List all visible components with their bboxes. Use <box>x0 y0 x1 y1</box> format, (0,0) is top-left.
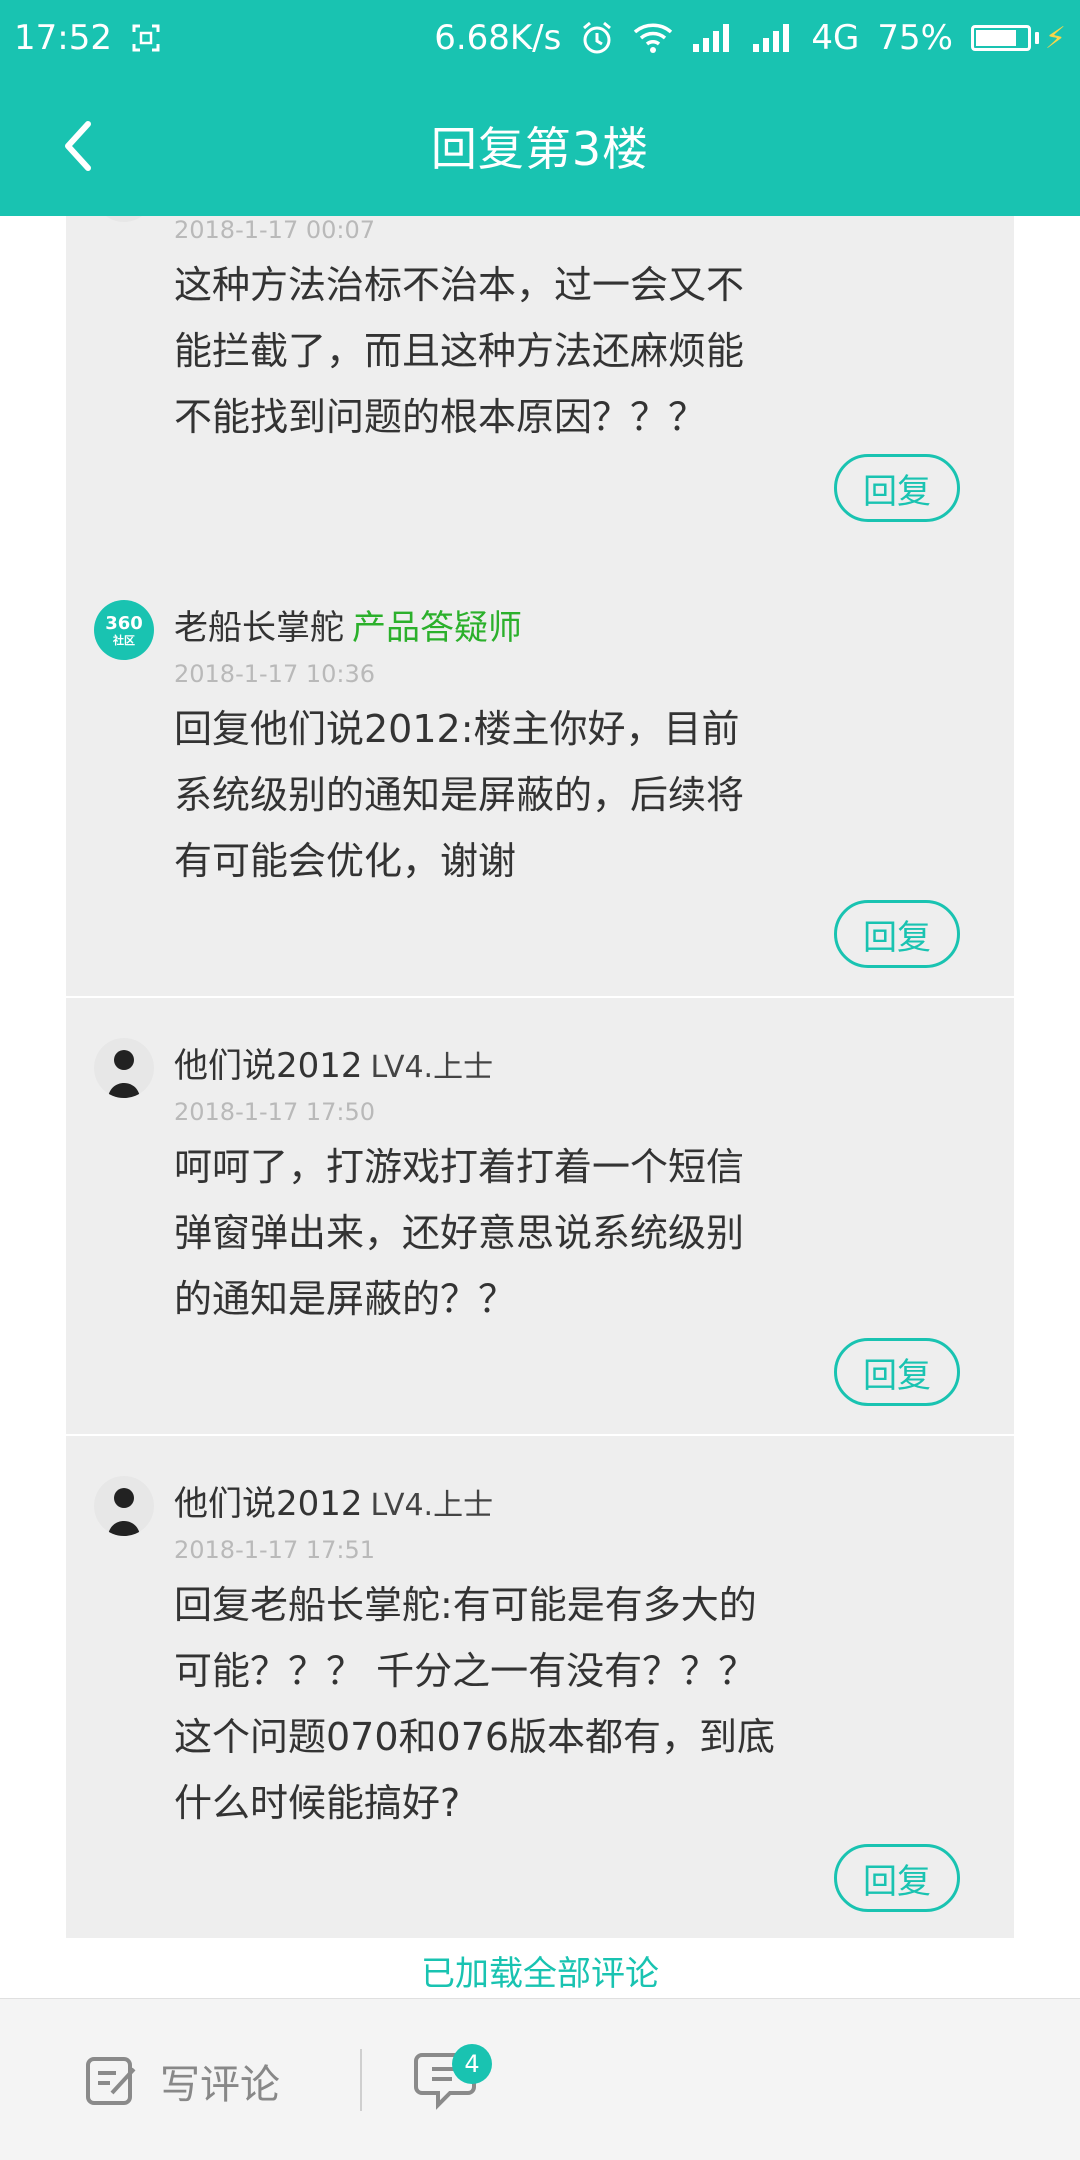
reply-button[interactable]: 回复 <box>834 454 960 522</box>
status-time: 17:52 <box>14 18 112 58</box>
comment-item: 他们说2012 LV4.上士 2018-1-17 17:50 呵呵了，打游戏打着打… <box>66 998 1014 1436</box>
user-level: LV4.上士 <box>370 1050 494 1085</box>
reply-button[interactable]: 回复 <box>834 900 960 968</box>
comment-text: 呵呵了，打游戏打着打着一个短信 弹窗弹出来，还好意思说系统级别 的通知是屏蔽的？… <box>174 1145 745 1321</box>
author-name[interactable]: 老船长掌舵 <box>174 608 344 648</box>
write-comment-button[interactable]: 写评论 <box>84 2051 280 2111</box>
author-name[interactable]: 他们说2012 <box>174 1484 363 1524</box>
page-title: 回复第3楼 <box>430 122 650 176</box>
comment-count-badge: 4 <box>452 2044 492 2084</box>
avatar[interactable] <box>94 216 154 222</box>
comment-item: 360 社区 老船长掌舵 产品答疑师 2018-1-17 10:36 回复他们说2… <box>66 560 1014 998</box>
write-comment-label: 写评论 <box>160 2062 280 2108</box>
comment-list: 2018-1-17 00:07 这种方法治标不治本，过一会又不 能拦截了，而且这… <box>0 216 1080 1998</box>
comment-author-line: 他们说2012 LV4.上士 <box>174 1038 493 1087</box>
comment-time: 2018-1-17 17:51 <box>174 1536 375 1564</box>
bottom-bar: 写评论 <box>0 1998 1080 2160</box>
wifi-icon <box>633 22 673 54</box>
signal-4g-icon <box>751 22 793 54</box>
reply-button[interactable]: 回复 <box>834 1844 960 1912</box>
user-level: LV4.上士 <box>370 1488 494 1523</box>
comment-author-line: 老船长掌舵 产品答疑师 <box>174 600 522 649</box>
comment-text: 回复他们说2012:楼主你好，目前 系统级别的通知是屏蔽的，后续将 有可能会优化… <box>174 707 745 883</box>
avatar[interactable] <box>94 1038 154 1098</box>
comment-item: 他们说2012 LV4.上士 2018-1-17 17:51 回复老船长掌舵:有可… <box>66 1436 1014 1940</box>
comment-author-line: 他们说2012 LV4.上士 <box>174 1476 493 1525</box>
divider <box>360 2049 362 2111</box>
avatar[interactable]: 360 社区 <box>94 600 154 660</box>
network-speed: 6.68K/s <box>434 18 562 58</box>
loaded-all-label: 已加载全部评论 <box>421 1954 659 1994</box>
top-bar: 回复第3楼 <box>0 76 1080 216</box>
reply-button[interactable]: 回复 <box>834 1338 960 1406</box>
edit-icon <box>86 2057 136 2105</box>
author-name[interactable]: 他们说2012 <box>174 1046 363 1086</box>
battery-icon: ⚡ <box>970 21 1066 56</box>
network-type: 4G <box>811 18 860 58</box>
battery-percent: 75% <box>877 18 953 58</box>
comment-time: 2018-1-17 10:36 <box>174 660 375 688</box>
alarm-icon <box>579 20 615 56</box>
comment-item: 2018-1-17 00:07 这种方法治标不治本，过一会又不 能拦截了，而且这… <box>66 216 1014 572</box>
comment-time: 2018-1-17 17:50 <box>174 1098 375 1126</box>
avatar[interactable] <box>94 1476 154 1536</box>
status-bar: 17:52 6.68K/s 4G 75% ⚡ <box>0 0 1080 76</box>
back-button[interactable] <box>48 116 108 176</box>
chevron-left-icon <box>65 121 91 171</box>
role-badge: 产品答疑师 <box>352 608 522 648</box>
comment-text: 这种方法治标不治本，过一会又不 能拦截了，而且这种方法还麻烦能 不能找到问题的根… <box>174 263 745 439</box>
comment-time: 2018-1-17 00:07 <box>174 216 375 244</box>
comment-text: 回复老船长掌舵:有可能是有多大的 可能？？？ 千分之一有没有？？？ 这个问题07… <box>174 1583 776 1825</box>
signal-icon <box>691 22 733 54</box>
screenshot-icon <box>130 22 162 54</box>
